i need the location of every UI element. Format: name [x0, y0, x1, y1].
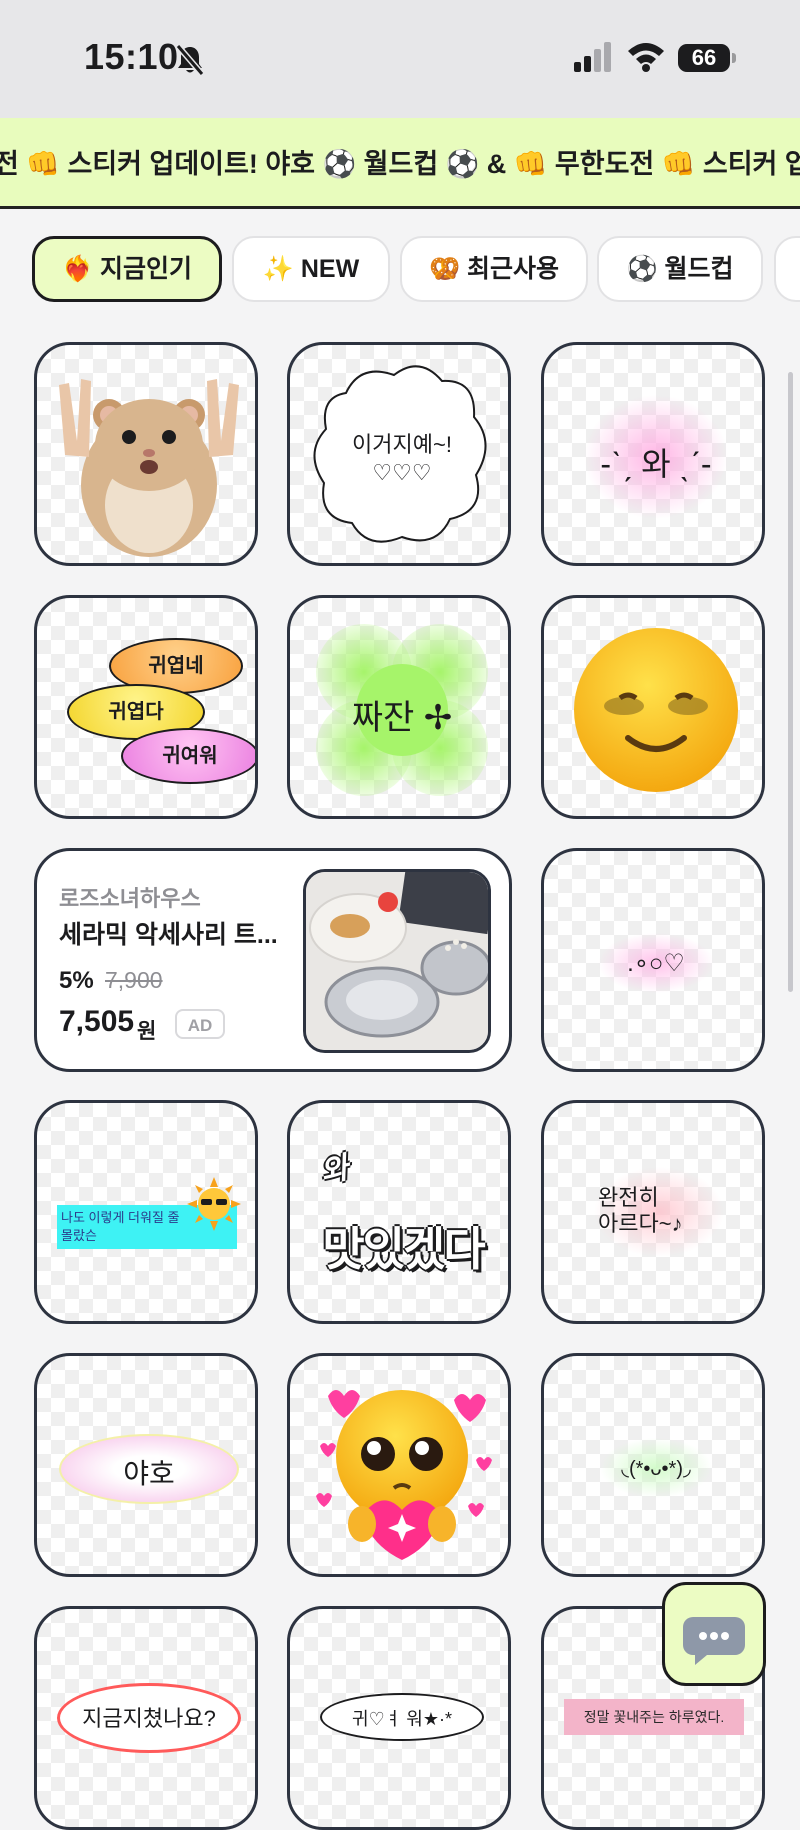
tired-text: 지금지쳤나요? [82, 1706, 216, 1731]
tab-label: 최근사용 [467, 255, 560, 283]
ad-store-name: 로즈소녀하우스 [59, 886, 201, 911]
sticker-masitgetda[interactable]: 와 맛있겠다 [287, 1100, 511, 1324]
sticker-pills[interactable]: 귀엽네 귀엽다 귀여워 [34, 595, 258, 819]
sun-sunglasses-icon [187, 1177, 241, 1231]
sticker-tired[interactable]: 지금지쳤나요? [34, 1606, 258, 1830]
ad-original-price: 7,900 [105, 967, 163, 993]
sticker-wanjeonhi[interactable]: 완전히 아르다~♪ [541, 1100, 765, 1324]
tab-label: 월드컵 [664, 255, 734, 283]
battery-indicator: 66 [678, 44, 730, 72]
status-bar: 15:10 66 [0, 0, 800, 118]
masitgetda-text: 맛있겠다 [322, 1223, 485, 1275]
sun-banner-text: 나도 이렇게 더워질 줄 몰랐슨 [61, 1210, 180, 1243]
ad-discount: 5% [59, 967, 94, 994]
battery-tip [732, 53, 736, 63]
yaho-text: 야호 [123, 1458, 175, 1489]
ad-product-title: 세라믹 악세사리 트... [59, 921, 278, 949]
kaomoji-text: ◟(*•ᴗ•*)◞ [621, 1458, 691, 1480]
ad-card[interactable]: 로즈소녀하우스 세라믹 악세사리 트... 5% 7,900 7,505 원 A… [34, 848, 512, 1072]
category-tabs: ❤️‍🔥 지금인기 ✨ NEW 🥨 최근사용 ⚽ 월드컵 [0, 236, 800, 306]
sticker-gwiyeowo[interactable]: 귀♡ㅕ 워★·* [287, 1606, 511, 1830]
sticker-cloud-bubble[interactable]: 이거지예~! ♡♡♡ [287, 342, 511, 566]
soccer-ball-icon: ⚽ [626, 255, 658, 283]
cloud-text: 이거지예~! ♡♡♡ [352, 432, 452, 485]
wanjeonhi-text: 완전히 아르다~♪ [598, 1185, 683, 1236]
chat-button[interactable] [662, 1582, 766, 1686]
scrollbar[interactable] [788, 372, 793, 992]
ticker-text: 전 👊 스티커 업데이트! 야호 ⚽ 월드컵 ⚽ & 👊 무한도전 👊 스티커 … [0, 149, 800, 179]
tab-label: 지금인기 [100, 255, 193, 283]
pill-pink: 귀여워 [121, 728, 255, 784]
tab-popular[interactable]: ❤️‍🔥 지금인기 [32, 236, 222, 302]
sticker-pleading-heart[interactable] [287, 1353, 511, 1577]
tab-label: NEW [300, 255, 360, 283]
jjajan-text: 짜잔 ✢ [351, 699, 453, 737]
tab-worldcup[interactable]: ⚽ 월드컵 [597, 236, 763, 302]
wa-small-text: 와 [317, 1151, 352, 1190]
signal-icon [574, 42, 611, 72]
fire-heart-icon: ❤️‍🔥 [61, 255, 94, 283]
tab-new[interactable]: ✨ NEW [232, 236, 390, 302]
heart-dots-text: .∘○♡ [627, 950, 685, 977]
tab-more[interactable] [774, 236, 800, 302]
sticker-kaomoji[interactable]: ◟(*•ᴗ•*)◞ [541, 1353, 765, 1577]
sticker-sun-banner[interactable]: 나도 이렇게 더워질 줄 몰랐슨 [34, 1100, 258, 1324]
sparkles-icon: ✨ [262, 255, 294, 283]
tab-recent[interactable]: 🥨 최근사용 [400, 236, 588, 302]
sticker-smiley[interactable] [541, 595, 765, 819]
hamster-sticker-image [59, 379, 239, 557]
smiling-face-icon [574, 628, 738, 792]
announcement-ticker[interactable]: 전 👊 스티커 업데이트! 야호 ⚽ 월드컵 ⚽ & 👊 무한도전 👊 스티커 … [0, 118, 800, 209]
gwiyeowo-text: 귀♡ㅕ 워★·* [352, 1709, 452, 1729]
sticker-heart-dots[interactable]: .∘○♡ [541, 848, 765, 1072]
ad-price: 7,505 [59, 1005, 135, 1038]
wifi-icon [628, 43, 664, 72]
pleading-face-heart-icon [316, 1390, 492, 1560]
sticker-wa[interactable]: -ˋˏ 와 ˎˊ- [541, 342, 765, 566]
bell-muted-icon [175, 44, 205, 76]
ad-product-image [303, 869, 491, 1053]
pretty-day-text: 정말 꽃내주는 하루였다. [583, 1709, 725, 1725]
sticker-jjajan[interactable]: 짜잔 ✢ [287, 595, 511, 819]
sticker-hamster[interactable] [34, 342, 258, 566]
wa-text: -ˋˏ 와 ˎˊ- [600, 446, 712, 482]
pretzel-icon: 🥨 [428, 255, 461, 283]
ad-currency: 원 [137, 1020, 157, 1043]
chat-bubble-icon [683, 1617, 745, 1665]
status-time: 15:10 [84, 36, 179, 77]
ad-badge: AD [175, 1009, 225, 1039]
sticker-yaho[interactable]: 야호 [34, 1353, 258, 1577]
